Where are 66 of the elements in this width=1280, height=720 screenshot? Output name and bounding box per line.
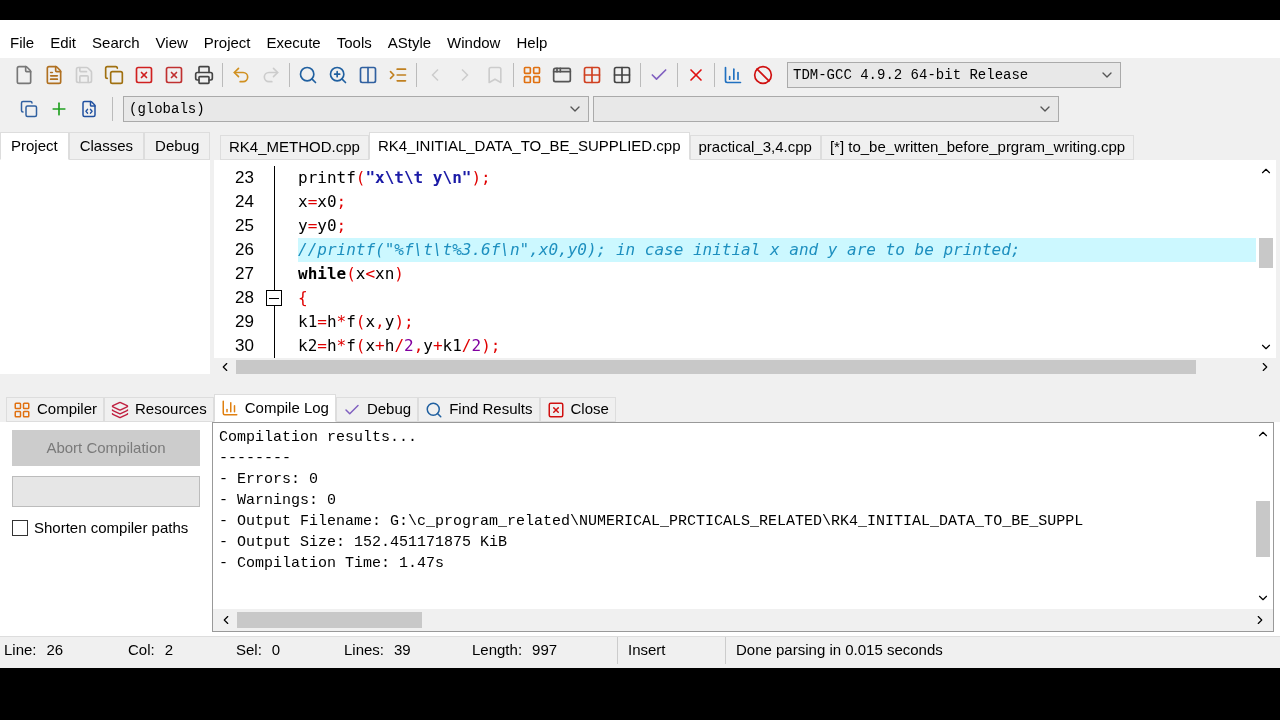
menu-item[interactable]: Window bbox=[439, 31, 509, 55]
line-number: 29 bbox=[234, 311, 254, 334]
scrollbar-thumb[interactable] bbox=[237, 612, 422, 628]
panel-tab[interactable]: Debug bbox=[144, 132, 211, 160]
scrollbar-thumb[interactable] bbox=[1259, 238, 1273, 268]
status-value: 2 bbox=[164, 640, 174, 661]
file-tab[interactable]: RK4_METHOD.cpp bbox=[220, 135, 369, 160]
scrollbar-thumb[interactable] bbox=[236, 360, 1196, 374]
output-tab[interactable]: Close bbox=[539, 397, 616, 422]
code-line: while(x<xn) bbox=[298, 263, 405, 285]
status-value: 0 bbox=[271, 640, 281, 661]
compile-log: Compilation results... -------- - Errors: 0 - Warnings: 0 - Output Filename: G:\c_program_related\NUMERICAL_PRCTICALS_RELATED\RK4_INITIAL_DATA_TO_BE_SUPPL - Output Size: 152.451171875 KiB - Compilation Time: 1.47s bbox=[218, 428, 1085, 574]
menu-item[interactable]: Help bbox=[508, 31, 556, 55]
fold-toggle-icon[interactable] bbox=[265, 290, 282, 306]
grid-icon bbox=[13, 400, 31, 419]
status-value: Done parsing in 0.015 seconds bbox=[736, 640, 943, 661]
output-tab[interactable]: Find Results bbox=[418, 397, 540, 422]
code-line: k1=h*f(x,y); bbox=[298, 311, 415, 333]
scrollbar-thumb[interactable] bbox=[1256, 501, 1270, 557]
code-line: y=y0; bbox=[298, 215, 348, 237]
line-number: 25 bbox=[234, 215, 254, 238]
log-horizontal-scrollbar[interactable] bbox=[213, 609, 1273, 631]
status-label: Lines: bbox=[344, 640, 385, 661]
menu-item[interactable]: Tools bbox=[328, 31, 380, 55]
menu-item[interactable]: AStyle bbox=[379, 31, 440, 55]
line-number: 24 bbox=[234, 191, 254, 214]
file-tab[interactable]: [*] to_be_written_before_prgram_writing.cpp bbox=[820, 135, 1135, 160]
status-value: 26 bbox=[46, 640, 64, 661]
checkbox-label: Shorten compiler paths bbox=[34, 518, 189, 538]
line-number: 27 bbox=[234, 263, 254, 286]
status-label: Sel: bbox=[236, 640, 262, 661]
layers-icon bbox=[111, 400, 129, 419]
checkbox[interactable] bbox=[12, 520, 28, 537]
output-tab[interactable]: Debug bbox=[335, 397, 419, 422]
code-line: { bbox=[298, 287, 309, 309]
status-value: 39 bbox=[394, 640, 411, 661]
code-line: k2=h*f(x+h/2,y+k1/2); bbox=[298, 335, 502, 357]
line-number: 28 bbox=[234, 287, 254, 310]
output-tab[interactable]: Compiler bbox=[6, 397, 104, 422]
status-label: Col: bbox=[128, 640, 155, 661]
status-value: Insert bbox=[628, 640, 666, 661]
compiler-select[interactable]: TDM-GCC 4.9.2 64-bit Release bbox=[787, 62, 1121, 88]
scope-select[interactable]: (globals) bbox=[123, 96, 589, 122]
panel-tab[interactable]: Classes bbox=[68, 132, 145, 160]
search-icon bbox=[425, 400, 444, 419]
menu-item[interactable]: Execute bbox=[258, 31, 329, 55]
file-tab[interactable]: RK4_INITIAL_DATA_TO_BE_SUPPLIED.cpp bbox=[368, 132, 690, 160]
line-number: 26 bbox=[234, 239, 254, 262]
status-value: 997 bbox=[532, 640, 558, 661]
close-icon bbox=[546, 400, 565, 419]
status-label: Line: bbox=[4, 640, 37, 661]
line-number: 30 bbox=[234, 335, 254, 358]
output-tab[interactable]: Resources bbox=[104, 397, 214, 422]
chart-icon bbox=[220, 399, 239, 417]
menu-item[interactable]: Edit bbox=[42, 31, 85, 55]
menu-item[interactable]: File bbox=[2, 31, 43, 55]
menu-item[interactable]: Search bbox=[84, 31, 148, 55]
output-tab[interactable]: Compile Log bbox=[213, 394, 336, 422]
status-label: Length: bbox=[472, 640, 523, 661]
code-line: x=x0; bbox=[298, 191, 348, 213]
panel-tab[interactable]: Project bbox=[0, 132, 69, 160]
file-tab[interactable]: practical_3,4.cpp bbox=[689, 135, 821, 160]
line-number: 23 bbox=[234, 167, 254, 190]
code-line: printf("x\t\t y\n"); bbox=[298, 167, 492, 189]
menu-item[interactable]: Project bbox=[195, 31, 259, 55]
menu-item[interactable]: View bbox=[147, 31, 196, 55]
